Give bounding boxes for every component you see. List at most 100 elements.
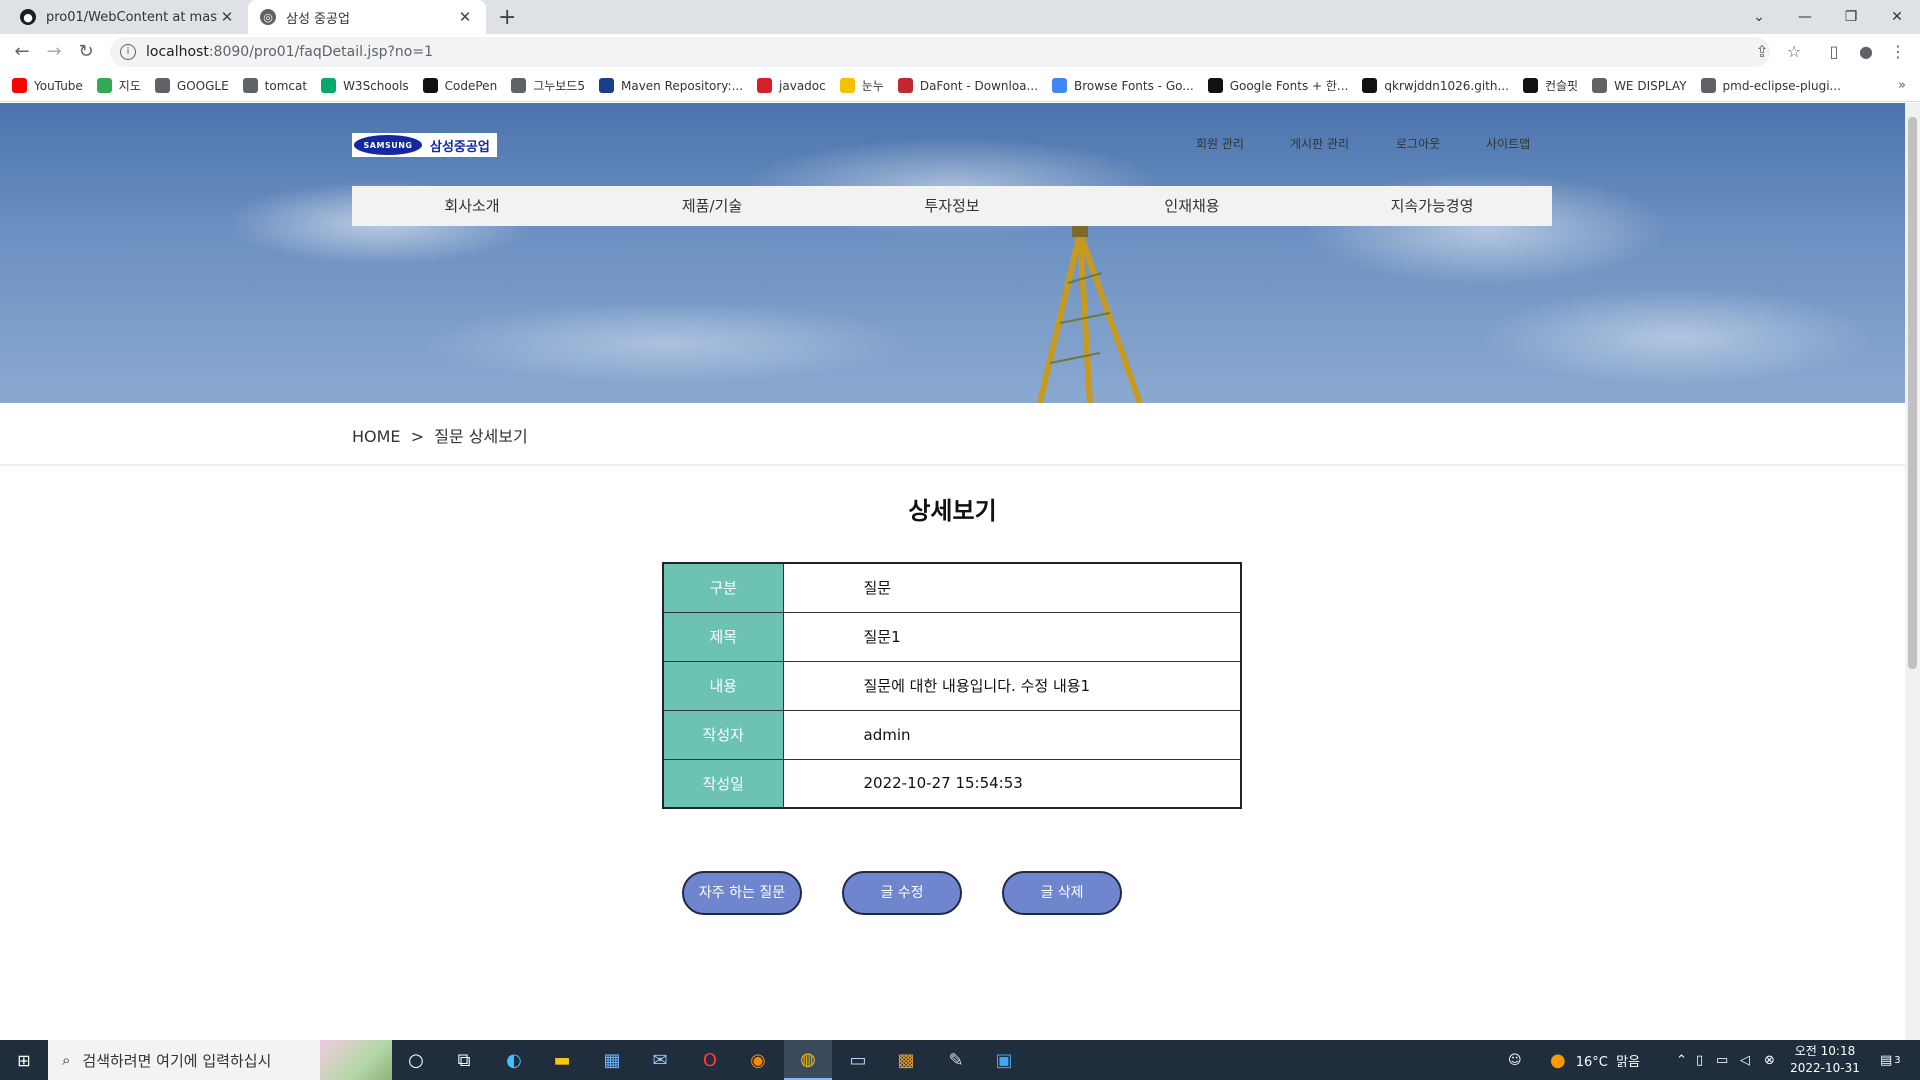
windows-start-icon[interactable]: ⊞ — [0, 1040, 48, 1080]
restore-button[interactable]: ❐ — [1828, 0, 1874, 34]
bookmark-item[interactable]: qkrwjddn1026.gith... — [1362, 78, 1509, 93]
bookmark-item[interactable]: Browse Fonts - Go... — [1051, 78, 1194, 93]
bookmark-label: pmd-eclipse-plugi... — [1722, 78, 1841, 93]
system-clock[interactable]: 오전 10:18 2022-10-31 — [1790, 1043, 1860, 1077]
back-icon[interactable]: ← — [10, 40, 34, 64]
bookmarks-overflow-icon[interactable]: » — [1898, 78, 1906, 93]
people-icon[interactable]: ☺ — [1508, 1040, 1522, 1080]
bookmark-item[interactable]: Google Fonts + 한... — [1207, 77, 1349, 94]
bookmark-label: Browse Fonts - Go... — [1073, 78, 1194, 93]
close-icon[interactable]: ✕ — [218, 8, 236, 26]
file-explorer-icon[interactable]: ▬ — [538, 1040, 586, 1080]
nav-sustainability[interactable]: 지속가능경영 — [1312, 186, 1552, 226]
samsung-logo[interactable]: SAMSUNG 삼성중공업 — [352, 133, 497, 157]
game-icon[interactable]: ▩ — [882, 1040, 930, 1080]
edge-icon[interactable]: ◐ — [490, 1040, 538, 1080]
nav-products[interactable]: 제품/기술 — [592, 186, 832, 226]
tab-samsung[interactable]: ◎ 삼성 중공업 ✕ — [248, 0, 486, 34]
weather-widget[interactable]: ● 16°C 맑음 — [1550, 1040, 1640, 1080]
edit-button[interactable]: 글 수정 — [842, 871, 962, 915]
url-host: localhost — [146, 44, 209, 60]
chrome-icon[interactable]: ◍ — [784, 1040, 832, 1080]
row-value: 질문1 — [783, 612, 1241, 662]
hero-banner: SAMSUNG 삼성중공업 회원 관리 게시판 관리 로그아웃 사이트맵 회사소… — [0, 103, 1905, 403]
row-value: admin — [783, 710, 1241, 760]
new-tab-button[interactable]: + — [498, 5, 516, 30]
menu-icon[interactable]: ⋮ — [1888, 42, 1908, 62]
language-icon[interactable]: ⊗ — [1764, 1040, 1775, 1080]
table-row: 작성자 admin — [663, 710, 1241, 760]
bookmark-label: javadoc — [779, 78, 826, 93]
clock-date: 2022-10-31 — [1790, 1061, 1860, 1075]
bookmark-label: GOOGLE — [176, 78, 229, 93]
bookmark-item[interactable]: tomcat — [242, 78, 307, 93]
bookmark-item[interactable]: 눈누 — [839, 77, 884, 94]
sitemap-link[interactable]: 사이트맵 — [1486, 135, 1530, 152]
star-icon[interactable]: ☆ — [1784, 42, 1804, 62]
volume-icon[interactable]: ◁ — [1740, 1040, 1750, 1080]
bookmarks-bar: YouTube 지도 GOOGLE tomcat W3Schools CodePen 그누보… — [0, 70, 1920, 102]
share-icon[interactable]: ⇪ — [1752, 42, 1772, 62]
network-icon[interactable]: ▭ — [1716, 1040, 1728, 1080]
forward-icon[interactable]: → — [42, 40, 66, 64]
tab-github[interactable]: ● pro01/WebContent at master · ✕ — [8, 0, 248, 34]
address-bar[interactable]: i localhost:8090/pro01/faqDetail.jsp?no=… — [110, 37, 1770, 67]
tab-search-icon[interactable]: ⌄ — [1736, 0, 1782, 34]
bookmark-item[interactable]: 그누보드5 — [511, 77, 585, 94]
profile-icon[interactable]: ● — [1856, 42, 1876, 62]
logo-text: 삼성중공업 — [430, 139, 490, 155]
minimize-button[interactable]: — — [1782, 0, 1828, 34]
divider — [0, 464, 1905, 466]
page-title: 상세보기 — [908, 497, 997, 525]
nav-company[interactable]: 회사소개 — [352, 186, 592, 226]
store-icon[interactable]: ▦ — [588, 1040, 636, 1080]
notepad-icon[interactable]: ▭ — [834, 1040, 882, 1080]
info-icon[interactable]: i — [120, 44, 136, 60]
cortana-icon[interactable]: ○ — [392, 1040, 440, 1080]
bookmark-item[interactable]: YouTube — [12, 78, 83, 93]
table-row: 내용 질문에 대한 내용입니다. 수정 내용1 — [663, 661, 1241, 711]
side-panel-icon[interactable]: ▯ — [1824, 42, 1844, 62]
bookmark-item[interactable]: GOOGLE — [154, 78, 229, 93]
dafont-icon — [897, 78, 913, 93]
notification-icon[interactable]: ▤ 3 — [1880, 1040, 1901, 1080]
close-window-button[interactable]: ✕ — [1874, 0, 1920, 34]
battery-icon[interactable]: ▯ — [1696, 1040, 1703, 1080]
bookmark-item[interactable]: 컨슬핏 — [1522, 77, 1578, 94]
bookmark-item[interactable]: WE DISPLAY — [1592, 78, 1687, 93]
faq-list-button[interactable]: 자주 하는 질문 — [682, 871, 802, 915]
close-icon[interactable]: ✕ — [456, 8, 474, 26]
taskbar-search-input[interactable]: ⌕ 검색하려면 여기에 입력하십시 — [48, 1040, 392, 1080]
delete-button[interactable]: 글 삭제 — [1002, 871, 1122, 915]
bookmark-item[interactable]: pmd-eclipse-plugi... — [1700, 78, 1841, 93]
bookmark-label: CodePen — [444, 78, 498, 93]
bookmark-item[interactable]: CodePen — [422, 78, 498, 93]
opera-icon[interactable]: O — [686, 1040, 734, 1080]
page-scrollbar[interactable] — [1905, 103, 1920, 1040]
nav-recruit[interactable]: 인재채용 — [1072, 186, 1312, 226]
scrollbar-thumb[interactable] — [1908, 117, 1917, 669]
bookmark-item[interactable]: DaFont - Downloa... — [897, 78, 1038, 93]
globe-icon — [511, 78, 527, 93]
bookmark-item[interactable]: javadoc — [757, 78, 826, 93]
show-hidden-icons[interactable]: ⌃ — [1676, 1040, 1687, 1080]
mail-icon[interactable]: ✉ — [636, 1040, 684, 1080]
github-icon: ● — [20, 9, 36, 25]
bookmark-label: Google Fonts + 한... — [1229, 79, 1349, 93]
logout-link[interactable]: 로그아웃 — [1396, 135, 1440, 152]
url-path: :8090/pro01/faqDetail.jsp?no=1 — [208, 44, 434, 60]
browser-tab-bar: ● pro01/WebContent at master · ✕ ◎ 삼성 중공… — [0, 0, 1920, 34]
member-management-link[interactable]: 회원 관리 — [1196, 135, 1244, 152]
board-management-link[interactable]: 게시판 관리 — [1290, 135, 1349, 152]
bookmark-item[interactable]: 지도 — [96, 77, 141, 94]
photos-icon[interactable]: ▣ — [980, 1040, 1028, 1080]
bookmark-item[interactable]: Maven Repository:... — [598, 78, 743, 93]
nav-investment[interactable]: 투자정보 — [832, 186, 1072, 226]
firefox-icon[interactable]: ◉ — [734, 1040, 782, 1080]
bookmark-item[interactable]: W3Schools — [321, 78, 409, 93]
task-view-icon[interactable]: ⧉ — [440, 1040, 488, 1080]
reload-icon[interactable]: ↻ — [74, 40, 98, 64]
bookmark-label: 그누보드5 — [533, 79, 585, 93]
paint-icon[interactable]: ✎ — [932, 1040, 980, 1080]
w3schools-icon — [321, 78, 337, 93]
